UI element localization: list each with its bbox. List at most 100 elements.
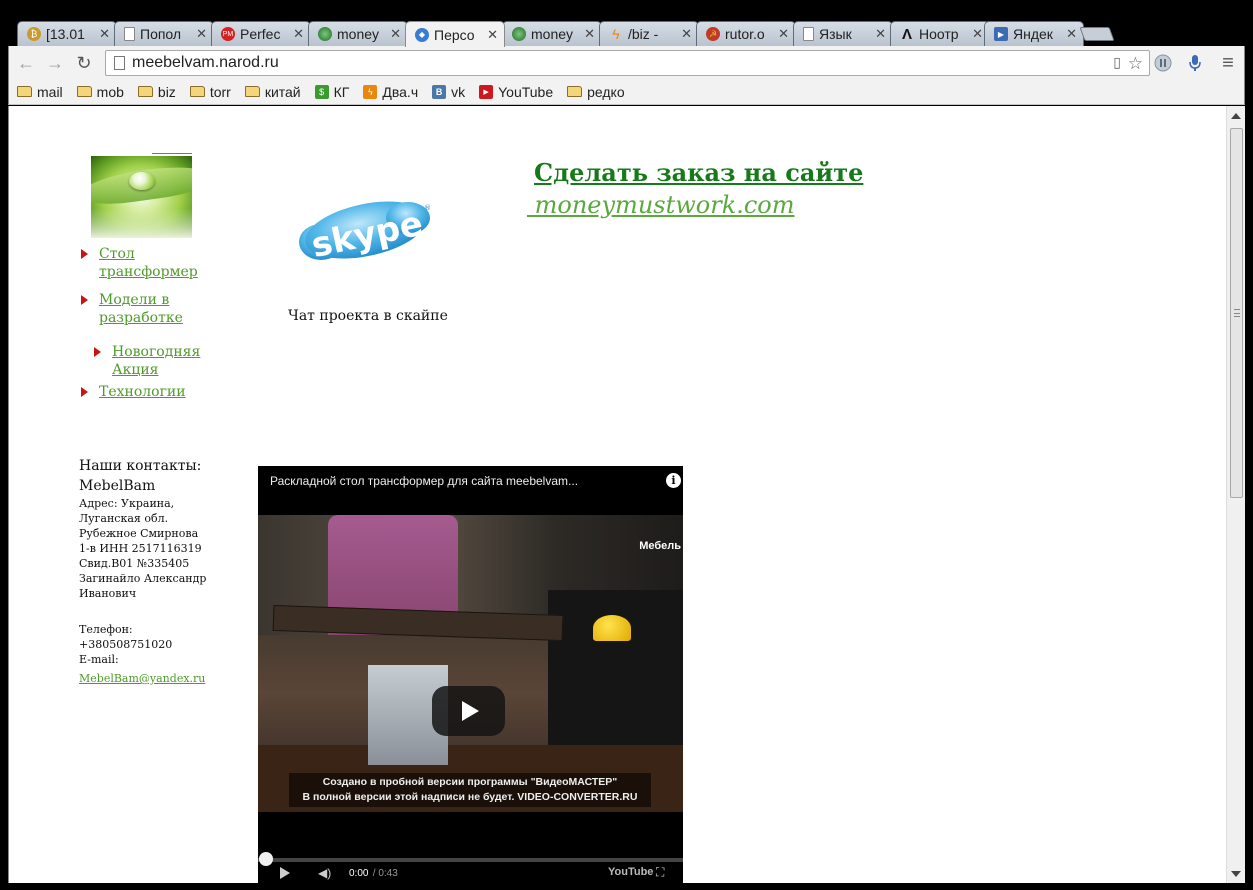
video-title[interactable]: Раскладной стол трансформер для сайта me… bbox=[270, 474, 578, 488]
tab-10[interactable]: Λ Ноотр ✕ bbox=[890, 21, 990, 46]
bookmark-kg[interactable]: $ КГ bbox=[314, 84, 349, 100]
page-icon bbox=[803, 27, 814, 41]
address-line: Адрес: Украина, bbox=[79, 497, 175, 510]
nav-link[interactable]: Стол трансформер bbox=[99, 245, 209, 281]
star-icon[interactable]: ☆ bbox=[1128, 54, 1143, 74]
page-viewport: Стол трансформер Модели в разработке Нов… bbox=[8, 106, 1245, 883]
address-bar[interactable]: ▯ ☆ bbox=[105, 50, 1150, 76]
bookmark-label: mob bbox=[96, 84, 124, 100]
tab-1[interactable]: ₿ [13.01 ✕ bbox=[17, 21, 117, 46]
close-icon[interactable]: ✕ bbox=[584, 26, 595, 42]
time-total: / 0:43 bbox=[370, 868, 398, 879]
time-current: 0:00 bbox=[349, 868, 369, 879]
volume-icon[interactable]: ◀) bbox=[318, 866, 331, 880]
triangle-bullet-icon bbox=[81, 295, 88, 305]
nav-link[interactable]: Новогодняя Акция bbox=[112, 343, 212, 379]
address-line: Загинайло Александр bbox=[79, 572, 207, 585]
progress-knob[interactable] bbox=[259, 852, 273, 866]
tab-11[interactable]: ▶ Яндек ✕ bbox=[984, 21, 1084, 46]
tab-4[interactable]: money ✕ bbox=[308, 21, 408, 46]
moneymustwork-link[interactable]: moneymustwork.com bbox=[527, 191, 795, 219]
video-player[interactable]: Раскладной стол трансформер для сайта me… bbox=[258, 466, 683, 883]
contacts-heading: Наши контакты: bbox=[79, 458, 202, 474]
bookmark-folder-biz[interactable]: biz bbox=[137, 84, 176, 100]
lightning-icon: ϟ bbox=[612, 26, 620, 42]
close-icon[interactable]: ✕ bbox=[99, 26, 110, 42]
extension-icon[interactable] bbox=[1152, 52, 1174, 74]
tab-title: Perfec bbox=[240, 26, 281, 42]
tab-title: Язык bbox=[819, 26, 852, 42]
new-tab-button[interactable] bbox=[1079, 27, 1115, 41]
tab-title: /biz - bbox=[628, 26, 659, 42]
address-line: Иванович bbox=[79, 587, 137, 600]
phone-number: +380508751020 bbox=[79, 638, 173, 651]
url-input[interactable] bbox=[132, 53, 1072, 73]
forward-arrow-icon[interactable]: → bbox=[44, 52, 66, 74]
leaf-logo-icon bbox=[512, 27, 526, 41]
scroll-down-arrow-icon[interactable] bbox=[1231, 871, 1241, 877]
tab-title: rutor.o bbox=[725, 26, 765, 42]
tab-5-active[interactable]: ◆ Персо ✕ bbox=[405, 21, 505, 47]
video-brand-text: Мебель bbox=[639, 540, 681, 552]
tab-title: [13.01 bbox=[46, 26, 85, 42]
play-button[interactable] bbox=[432, 686, 505, 736]
tab-2[interactable]: Попол ✕ bbox=[114, 21, 214, 46]
order-on-site-link[interactable]: Сделать заказ на сайте bbox=[534, 158, 863, 187]
bookmark-label: YouTube bbox=[498, 84, 554, 100]
bookmark-folder-torr[interactable]: torr bbox=[189, 84, 231, 100]
tab-9[interactable]: Язык ✕ bbox=[793, 21, 893, 46]
dvach-icon: ϟ bbox=[363, 85, 378, 99]
nav-link[interactable]: Технологии bbox=[99, 383, 219, 401]
close-icon[interactable]: ✕ bbox=[778, 26, 789, 42]
address-line: Рубежное Смирнова bbox=[79, 527, 199, 540]
email-link[interactable]: MebelBam@yandex.ru bbox=[79, 672, 205, 685]
nav-link[interactable]: Модели в разработке bbox=[99, 291, 199, 327]
fullscreen-icon[interactable]: ⛶ bbox=[656, 865, 664, 880]
menu-icon[interactable]: ≡ bbox=[1217, 52, 1239, 74]
tab-3[interactable]: PM Perfec ✕ bbox=[211, 21, 311, 46]
bookmark-folder-china[interactable]: китай bbox=[244, 84, 301, 100]
play-icon: ▶ bbox=[994, 27, 1008, 41]
tab-8[interactable]: ☭ rutor.o ✕ bbox=[696, 21, 796, 46]
microphone-icon[interactable] bbox=[1184, 52, 1206, 74]
scroll-thumb[interactable] bbox=[1230, 128, 1243, 498]
scroll-up-arrow-icon[interactable] bbox=[1231, 113, 1241, 119]
leaf-logo-icon bbox=[318, 27, 332, 41]
tab-6[interactable]: money ✕ bbox=[502, 21, 602, 46]
bitcoin-icon: ₿ bbox=[27, 27, 41, 41]
close-icon[interactable]: ✕ bbox=[1066, 26, 1077, 42]
bookmark-label: редко bbox=[587, 84, 625, 100]
reload-icon[interactable]: ↻ bbox=[73, 52, 95, 74]
close-icon[interactable]: ✕ bbox=[390, 26, 401, 42]
tab-title: Яндек bbox=[1013, 26, 1053, 42]
close-icon[interactable]: ✕ bbox=[681, 26, 692, 42]
close-icon[interactable]: ✕ bbox=[196, 26, 207, 42]
progress-bar[interactable] bbox=[258, 858, 683, 862]
close-icon[interactable]: ✕ bbox=[972, 26, 983, 42]
bookmark-youtube[interactable]: ▶ YouTube bbox=[479, 84, 553, 100]
bookmark-folder-rarely[interactable]: редко bbox=[567, 84, 625, 100]
tab-title: Ноотр bbox=[919, 26, 959, 42]
bookmark-dvach[interactable]: ϟ Два.ч bbox=[363, 84, 418, 100]
close-icon[interactable]: ✕ bbox=[875, 26, 886, 42]
bookmark-folder-mob[interactable]: mob bbox=[76, 84, 124, 100]
bookmark-folder-mail[interactable]: mail bbox=[17, 84, 63, 100]
tab-title: Попол bbox=[140, 26, 182, 42]
close-icon[interactable]: ✕ bbox=[487, 27, 498, 43]
skype-logo[interactable]: skype ® bbox=[296, 196, 438, 266]
info-icon[interactable]: i bbox=[666, 473, 681, 488]
back-arrow-icon[interactable]: ← bbox=[15, 52, 37, 74]
water-drop-leaf-image bbox=[91, 156, 192, 238]
bookmark-vk[interactable]: Bvk bbox=[432, 84, 465, 100]
video-frame[interactable]: Мебель Создано в пробной версии программ… bbox=[258, 515, 683, 812]
close-icon[interactable]: ✕ bbox=[293, 26, 304, 42]
youtube-icon: ▶ bbox=[479, 85, 494, 99]
tab-title: Персо bbox=[434, 26, 475, 43]
folder-icon bbox=[17, 85, 32, 97]
youtube-logo[interactable]: YouTube bbox=[608, 866, 653, 878]
tab-7[interactable]: ϟ /biz - ✕ bbox=[599, 21, 699, 46]
nav-item-new-year-promo: Новогодняя Акция bbox=[94, 343, 212, 379]
tablet-icon[interactable]: ▯ bbox=[1113, 54, 1121, 71]
play-icon[interactable] bbox=[280, 867, 290, 879]
vertical-scrollbar[interactable] bbox=[1226, 106, 1245, 883]
